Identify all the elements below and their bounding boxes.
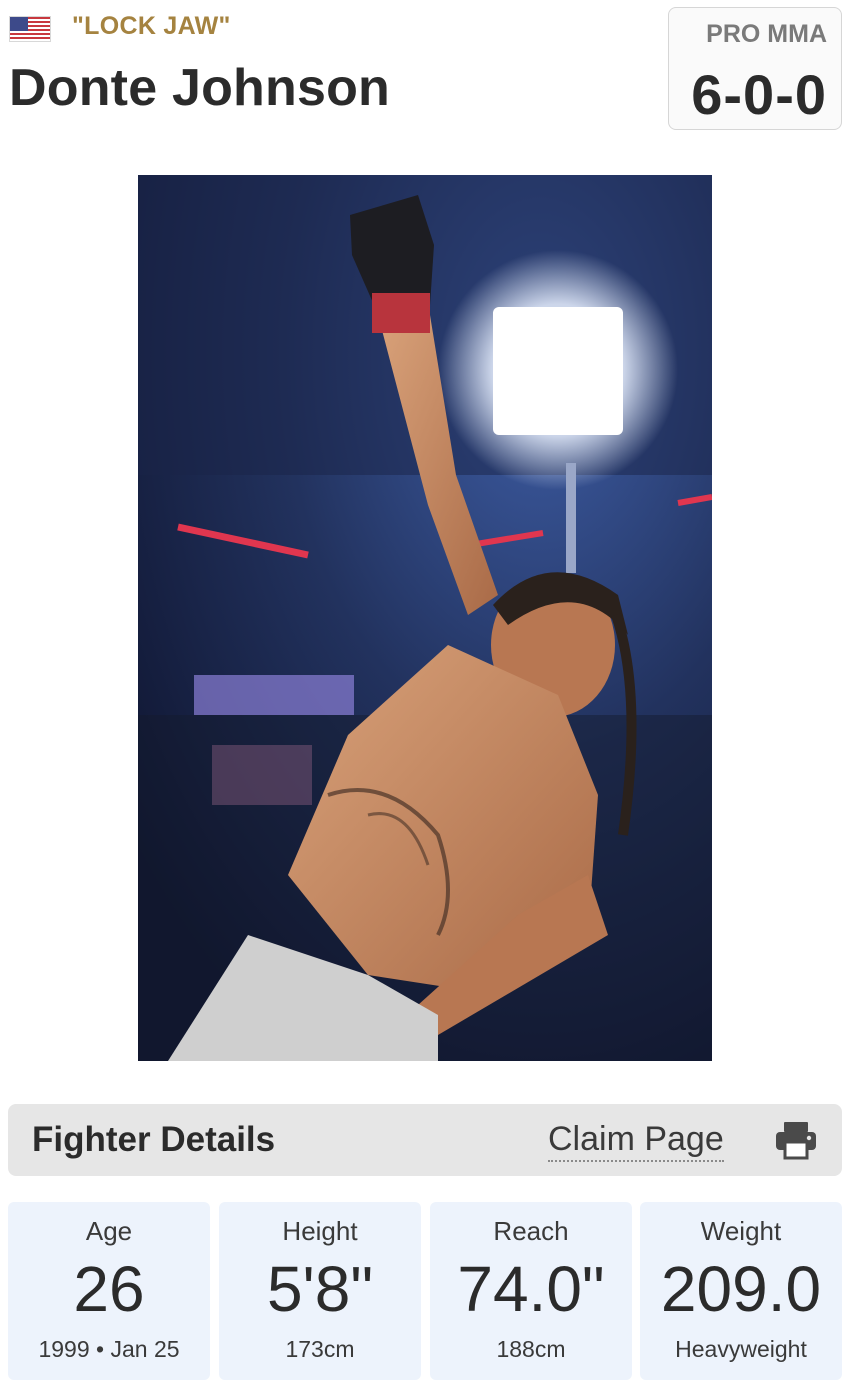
stat-label: Height [282,1216,358,1246]
stat-card-age: Age 26 1999 • Jan 25 [8,1202,210,1380]
fighter-photo [138,175,712,1061]
fighter-details-title: Fighter Details [32,1120,276,1159]
stat-label: Reach [493,1216,569,1246]
record-value: 6-0-0 [691,63,827,126]
stat-card-height: Height 5'8" 173cm [219,1202,421,1380]
stat-value: 74.0" [457,1253,605,1325]
us-flag-icon [9,16,51,42]
stat-label: Age [85,1216,133,1246]
fighter-details-bar: Fighter Details Claim Page [8,1104,842,1176]
claim-page-link[interactable]: Claim Page [548,1120,724,1162]
stat-value: 209.0 [660,1253,822,1325]
stat-subvalue: Heavyweight [675,1336,807,1362]
stat-card-reach: Reach 74.0" 188cm [430,1202,632,1380]
stat-card-weight: Weight 209.0 Heavyweight [640,1202,842,1380]
pro-record-card: PRO MMA 6-0-0 [668,7,842,130]
printer-icon[interactable] [774,1120,818,1160]
fighter-header: "LOCK JAW" Donte Johnson PRO MMA 6-0-0 [0,0,850,150]
record-label: PRO MMA [706,20,827,48]
fighter-stats: Age 26 1999 • Jan 25 Height 5'8" 173cm R… [8,1202,842,1380]
stat-subvalue: 1999 • Jan 25 [38,1336,180,1362]
stat-subvalue: 173cm [285,1336,355,1362]
stat-value: 5'8" [266,1253,374,1325]
fighter-nickname: "LOCK JAW" [72,12,231,40]
fighter-name: Donte Johnson [9,59,391,117]
stat-subvalue: 188cm [496,1336,566,1362]
stat-label: Weight [700,1216,782,1246]
stat-value: 26 [73,1253,145,1325]
